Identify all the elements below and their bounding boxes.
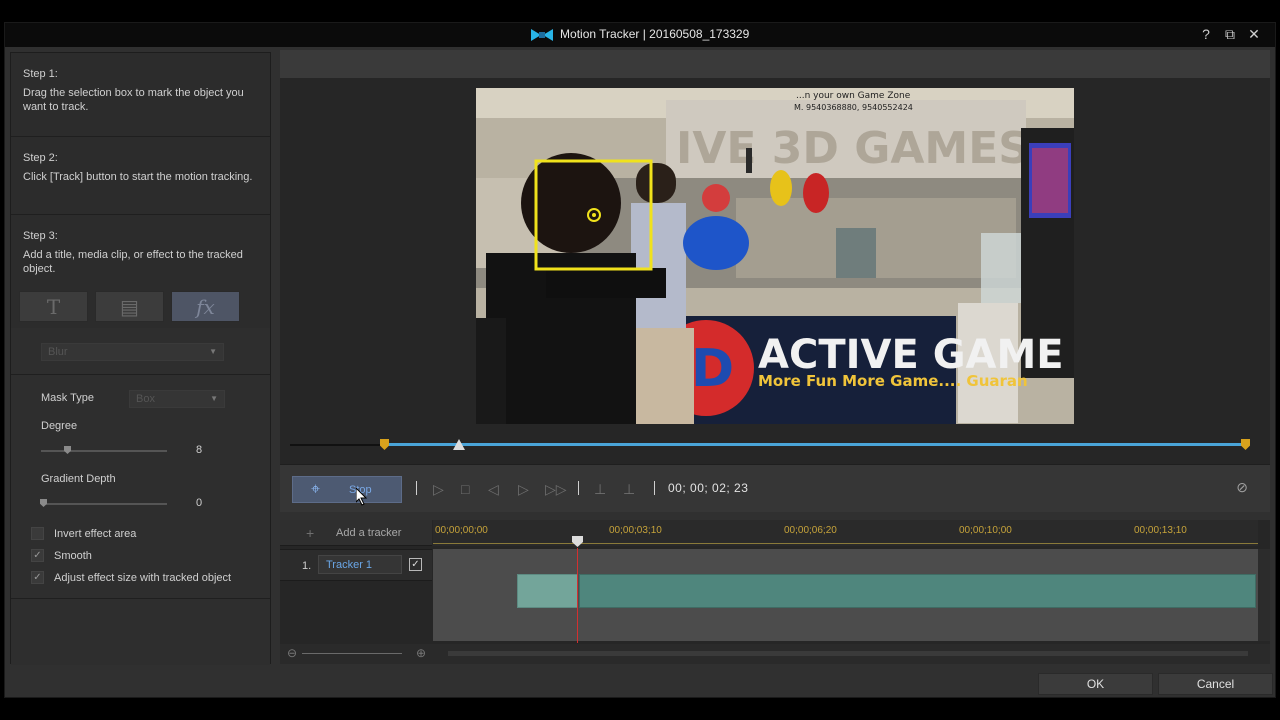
ruler-label: 00;00;13;10 <box>1134 525 1187 536</box>
plus-icon: + <box>306 525 315 541</box>
window-title: Motion Tracker | 20160508_173329 <box>5 27 1275 41</box>
banner-text: IVE 3D GAMES <box>676 123 1030 174</box>
step-1-heading: Step 1: <box>23 68 58 80</box>
cancel-button[interactable]: Cancel <box>1158 673 1273 695</box>
step-3: Step 3: Add a title, media clip, or effe… <box>11 215 270 287</box>
restore-button[interactable]: ⧉ <box>1223 26 1237 43</box>
time-ruler[interactable]: 00;00;00;00 00;00;03;10 00;00;06;20 00;0… <box>433 520 1258 546</box>
tracker-timeline: + Add a tracker 00;00;00;00 00;00;03;10 … <box>280 520 1270 664</box>
degree-label: Degree <box>41 420 78 432</box>
scrub-track[interactable] <box>290 444 384 446</box>
tracker-row-header: 1. Tracker 1 ✓ <box>280 549 432 581</box>
sign-text-2: More Fun More Game.... Guaran <box>758 372 1028 390</box>
timeline-footer: ⊖ ⊕ <box>280 644 1270 664</box>
timeline-vertical-scrollbar[interactable] <box>1258 549 1270 641</box>
degree-slider-track[interactable] <box>41 450 167 452</box>
svg-text:D: D <box>691 339 734 399</box>
play-icon[interactable]: ▷ <box>433 481 444 498</box>
tracker-enabled-checkbox[interactable]: ✓ <box>409 558 422 571</box>
mask-type-label: Mask Type <box>41 392 94 404</box>
step-2-heading: Step 2: <box>23 152 58 164</box>
phone-text: M. 9540368880, 9540552424 <box>794 103 913 112</box>
step-1: Step 1: Drag the selection box to mark t… <box>11 53 270 137</box>
adjust-size-checkbox[interactable]: ✓ <box>31 571 44 584</box>
hide-eye-icon[interactable]: ⊘ <box>1236 479 1248 496</box>
zoom-slider[interactable] <box>302 653 402 654</box>
invert-checkbox[interactable] <box>31 527 44 540</box>
attachment-tabs: T ▤ fx <box>11 287 270 328</box>
mask-type-value: Box <box>136 393 155 405</box>
timeline-horizontal-scrollbar[interactable] <box>448 651 1248 656</box>
preview-toolbar <box>280 50 1270 78</box>
media-clip-tab[interactable]: ▤ <box>95 291 164 322</box>
fast-forward-icon[interactable]: ▷▷ <box>545 481 567 498</box>
crosshair-icon: ⌖ <box>311 481 321 498</box>
tracked-segment[interactable] <box>517 574 578 608</box>
title-bar: Motion Tracker | 20160508_173329 ? ⧉ ✕ <box>5 23 1275 47</box>
ruler-label: 00;00;03;10 <box>609 525 662 536</box>
previous-frame-icon[interactable]: ◁ <box>488 481 499 498</box>
invert-label: Invert effect area <box>54 528 137 540</box>
effect-icon: fx <box>196 294 215 319</box>
playback-controls: ⌖ Stop ▷ □ ◁ ▷ ▷▷ ⊥ ⊥ 00; 00; 02; 23 ⊘ <box>280 464 1270 512</box>
instructions-panel: Step 1: Drag the selection box to mark t… <box>10 52 271 665</box>
untracked-segment[interactable] <box>579 574 1256 608</box>
app-logo-icon <box>530 28 553 41</box>
ruler-label: 00;00;00;00 <box>435 525 488 536</box>
zoom-in-icon[interactable]: ⊕ <box>416 646 426 660</box>
zoom-out-icon[interactable]: ⊖ <box>287 646 297 660</box>
step-1-text: Drag the selection box to mark the objec… <box>23 87 244 113</box>
chevron-down-icon: ▼ <box>209 347 217 356</box>
mask-type-dropdown[interactable]: Box ▼ <box>129 390 225 408</box>
effect-tab[interactable]: fx <box>171 291 240 322</box>
ruler-label: 00;00;10;00 <box>959 525 1012 536</box>
degree-value: 8 <box>196 444 203 456</box>
tracker-lane[interactable] <box>433 549 1258 641</box>
timecode-display: 00; 00; 02; 23 <box>668 481 749 495</box>
step-2-text: Click [Track] button to start the motion… <box>23 171 253 183</box>
next-frame-icon[interactable]: ▷ <box>518 481 529 498</box>
tracker-name-field[interactable]: Tracker 1 <box>318 555 402 574</box>
add-tracker-button[interactable]: + Add a tracker <box>280 520 432 546</box>
timeline-playhead-line <box>577 548 578 643</box>
step-3-heading: Step 3: <box>23 230 58 242</box>
mark-in-icon[interactable]: ⊥ <box>594 481 606 498</box>
title-icon: T <box>46 294 61 319</box>
chevron-down-icon: ▼ <box>210 394 218 403</box>
add-tracker-label: Add a tracker <box>336 527 402 539</box>
step-2: Step 2: Click [Track] button to start th… <box>11 137 270 215</box>
degree-slider-handle[interactable] <box>64 446 71 454</box>
adjust-size-label: Adjust effect size with tracked object <box>54 572 232 584</box>
gradient-slider-handle[interactable] <box>40 499 47 507</box>
media-clip-icon: ▤ <box>120 294 139 319</box>
video-preview[interactable]: IVE 3D GAMES ...n your own Game Zone M. … <box>476 88 1074 424</box>
stop-icon[interactable]: □ <box>461 481 469 497</box>
effect-preset-dropdown[interactable]: Blur ▼ <box>41 343 224 361</box>
window-title-text: Motion Tracker | 20160508_173329 <box>560 27 750 41</box>
effect-preset-value: Blur <box>48 346 68 358</box>
tracker-index: 1. <box>302 560 312 572</box>
gradient-depth-label: Gradient Depth <box>41 473 116 485</box>
gradient-depth-value: 0 <box>196 497 203 509</box>
help-button[interactable]: ? <box>1199 26 1213 43</box>
close-button[interactable]: ✕ <box>1247 26 1261 43</box>
smooth-checkbox[interactable]: ✓ <box>31 549 44 562</box>
mouse-cursor-icon <box>356 488 368 506</box>
mark-out-icon[interactable]: ⊥ <box>623 481 635 498</box>
title-tab[interactable]: T <box>19 291 88 322</box>
track-stop-button[interactable]: ⌖ Stop <box>292 476 402 503</box>
ok-button[interactable]: OK <box>1038 673 1153 695</box>
effect-settings: Blur ▼ Mask Type Box ▼ Degree 8 Gradient… <box>11 328 270 665</box>
gradient-slider-track[interactable] <box>41 503 167 505</box>
video-frame-image: IVE 3D GAMES ...n your own Game Zone M. … <box>476 88 1074 424</box>
smooth-label: Smooth <box>54 550 92 562</box>
tracking-range-bar[interactable] <box>385 443 1248 446</box>
ruler-label: 00;00;06;20 <box>784 525 837 536</box>
step-3-text: Add a title, media clip, or effect to th… <box>23 249 243 275</box>
motion-tracker-window: Motion Tracker | 20160508_173329 ? ⧉ ✕ S… <box>4 22 1276 698</box>
top-text: ...n your own Game Zone <box>796 91 911 101</box>
